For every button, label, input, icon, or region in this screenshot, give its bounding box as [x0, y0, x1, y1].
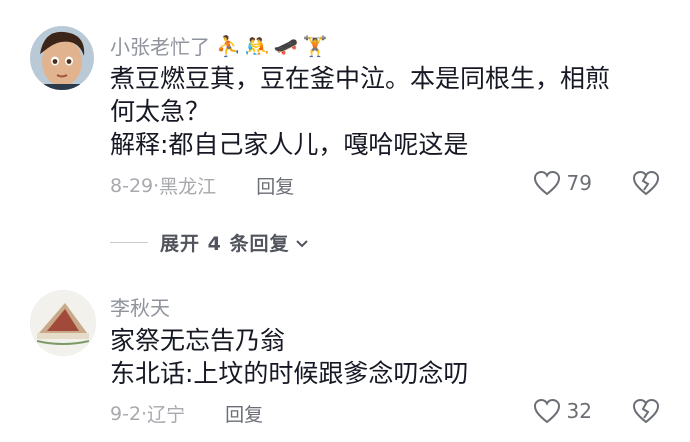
username-text: 李秋天	[110, 296, 170, 320]
comment-text: 煮豆燃豆萁，豆在釜中泣。本是同根生，相煎 何太急？ 解释:都自己家人儿，嘎哈呢这…	[110, 62, 670, 161]
basketball-player-icon: ⛹	[216, 33, 241, 58]
username[interactable]: 小张老忙了 ⛹ 🤼 🛹 🏋	[110, 31, 328, 60]
comment-line: 何太急？	[110, 97, 211, 126]
username-text: 小张老忙了	[110, 35, 210, 59]
comment-line: 煮豆燃豆萁，豆在釜中泣。本是同根生，相煎	[110, 64, 611, 93]
avatar[interactable]	[30, 290, 96, 356]
comment-meta: 9-2 · 辽宁 回复	[110, 400, 263, 427]
comment-date: 9-2	[110, 402, 142, 425]
emoji-group: ⛹ 🤼 🛹 🏋	[216, 34, 328, 58]
wrestler-icon: 🤼	[244, 33, 270, 58]
broken-heart-icon	[632, 398, 660, 424]
comment-location: 辽宁	[147, 404, 186, 426]
comment-item: 李秋天 家祭无忘告乃翁 东北话:上坟的时候跟爹念叨念叨 9-2 · 辽宁 回复 …	[0, 280, 690, 442]
skateboarder-icon: 🛹	[273, 33, 299, 58]
expand-divider	[110, 242, 148, 243]
comment-date: 8-29	[110, 174, 154, 197]
reply-button[interactable]: 回复	[225, 400, 263, 427]
username[interactable]: 李秋天	[110, 292, 170, 321]
weightlifter-icon: 🏋	[302, 33, 328, 58]
expand-replies-button[interactable]: 展开 4 条回复	[110, 229, 311, 256]
expand-replies-label: 展开 4 条回复	[160, 233, 290, 255]
dislike-button[interactable]	[632, 398, 660, 428]
comment-text: 家祭无忘告乃翁 东北话:上坟的时候跟爹念叨念叨	[110, 324, 670, 390]
avatar[interactable]	[30, 26, 94, 90]
heart-icon	[533, 170, 560, 196]
like-button[interactable]: 32	[533, 398, 592, 424]
heart-icon	[533, 398, 560, 424]
comment-meta: 8-29 · 黑龙江 回复	[110, 172, 294, 199]
broken-heart-icon	[632, 170, 660, 196]
comment-line: 家祭无忘告乃翁	[110, 326, 286, 355]
like-button[interactable]: 79	[533, 170, 592, 196]
like-count: 79	[566, 171, 592, 195]
like-count: 32	[566, 399, 592, 423]
reply-button[interactable]: 回复	[256, 172, 294, 199]
comment-line: 解释:都自己家人儿，嘎哈呢这是	[110, 130, 469, 159]
comment-item: 小张老忙了 ⛹ 🤼 🛹 🏋 煮豆燃豆萁，豆在釜中泣。本是同根生，相煎 何太急？ …	[0, 0, 690, 210]
chevron-down-icon	[296, 239, 309, 247]
dislike-button[interactable]	[632, 170, 660, 200]
comment-location: 黑龙江	[159, 176, 217, 198]
comment-line: 东北话:上坟的时候跟爹念叨念叨	[110, 359, 469, 388]
